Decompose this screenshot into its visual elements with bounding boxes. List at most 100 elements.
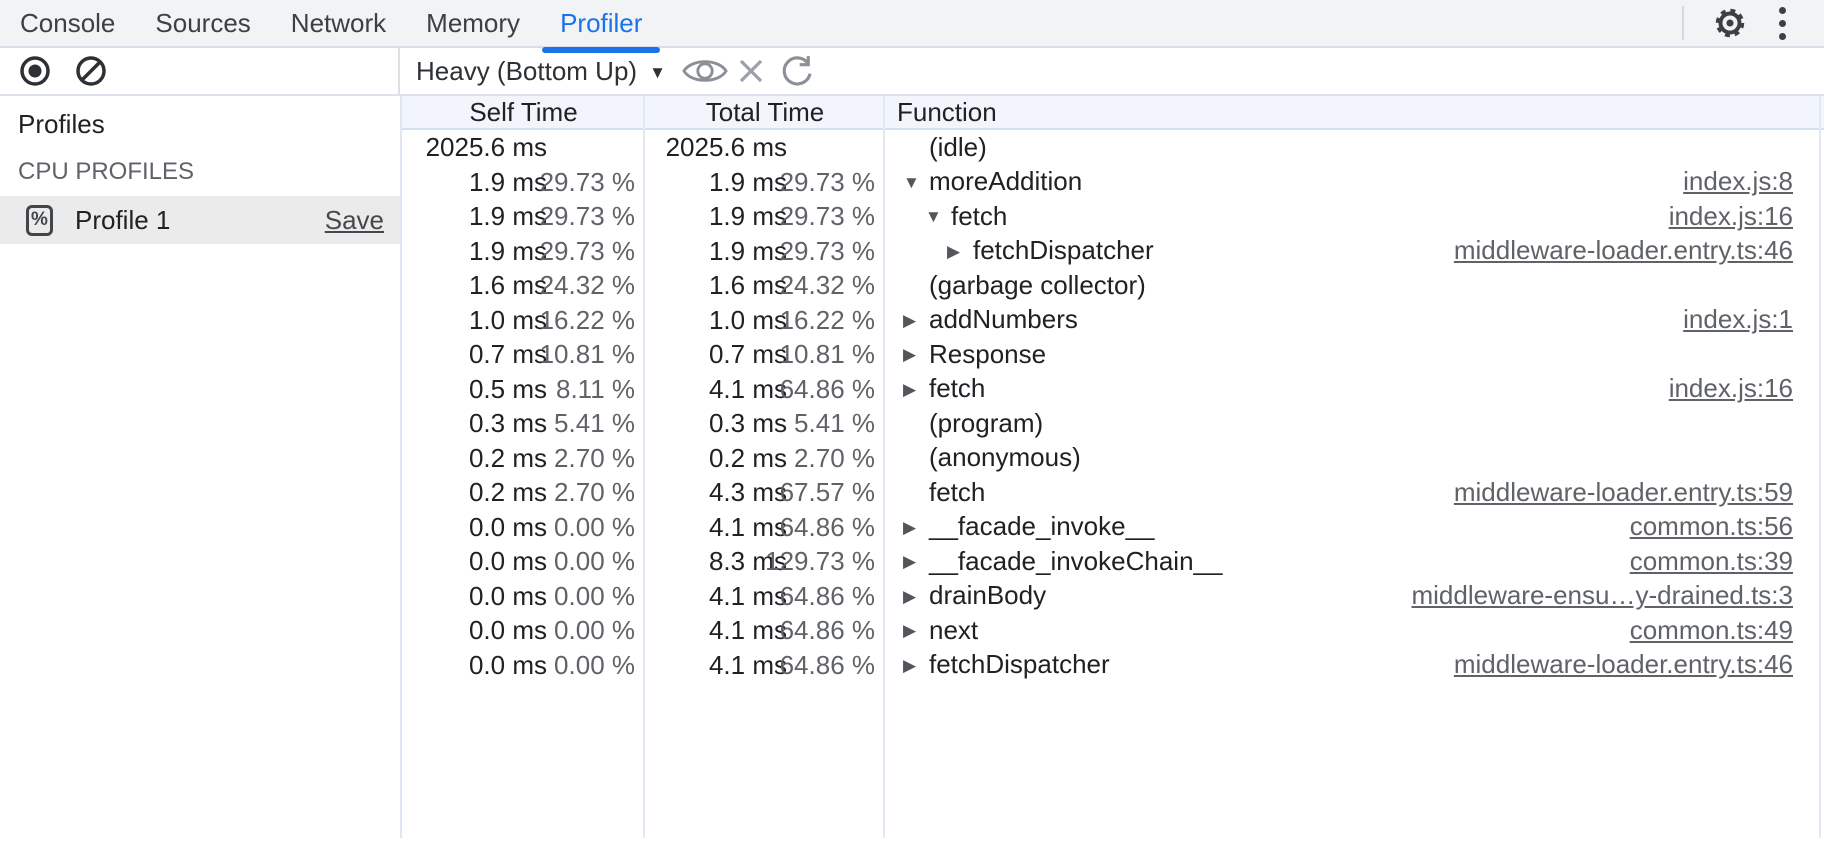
profile-table-row[interactable]: 1.9 ms 29.73 % 1.9 ms 29.73 % ▶ fetchDis… <box>402 234 1824 269</box>
function-name: fetch <box>929 373 985 404</box>
self-time-cell: 1.9 ms 29.73 % <box>402 199 645 234</box>
source-link[interactable]: middleware-loader.entry.ts:59 <box>1454 477 1824 508</box>
function-cell: ▶ __facade_invokeChain__ common.ts:39 <box>885 544 1824 579</box>
profile-table-row[interactable]: 1.0 ms 16.22 % 1.0 ms 16.22 % ▶ addNumbe… <box>402 303 1824 338</box>
source-link[interactable]: index.js:1 <box>1683 304 1824 335</box>
function-cell: ▶ addNumbers index.js:1 <box>885 303 1824 338</box>
expand-arrow-icon[interactable]: ▶ <box>903 654 929 676</box>
restore-functions-button[interactable] <box>774 48 820 94</box>
expand-arrow-icon[interactable]: ▶ <box>903 619 929 641</box>
self-time-value: 1.6 ms <box>469 268 547 303</box>
profile-table-row[interactable]: 0.2 ms 2.70 % 4.3 ms 67.57 % fetch middl… <box>402 475 1824 510</box>
expand-arrow-icon[interactable]: ▶ <box>903 516 929 538</box>
total-time-value: 4.1 ms <box>709 648 787 683</box>
sidebar-item-profile-1[interactable]: % Profile 1 Save <box>0 196 400 244</box>
tab-label: Profiler <box>560 8 642 39</box>
self-time-cell: 0.0 ms 0.00 % <box>402 579 645 614</box>
profile-table-row[interactable]: 1.6 ms 24.32 % 1.6 ms 24.32 % (garbage c… <box>402 268 1824 303</box>
source-link[interactable]: common.ts:49 <box>1630 615 1824 646</box>
devtools-tab[interactable]: Network <box>271 0 406 46</box>
column-header-total-time[interactable]: Total Time <box>645 97 885 128</box>
devtools-tab[interactable]: Profiler <box>540 0 662 46</box>
self-time-value: 0.0 ms <box>469 510 547 545</box>
devtools-tab[interactable]: Sources <box>135 0 270 46</box>
cpu-profiles-section-heading: CPU PROFILES <box>0 148 400 196</box>
profile-table-row[interactable]: 2025.6 ms 2025.6 ms (idle) <box>402 130 1824 165</box>
profile-table-row[interactable]: 1.9 ms 29.73 % 1.9 ms 29.73 % ▼ fetch in… <box>402 199 1824 234</box>
profile-table-row[interactable]: 0.0 ms 0.00 % 8.3 ms 129.73 % ▶ __facade… <box>402 544 1824 579</box>
profile-table-row[interactable]: 1.9 ms 29.73 % 1.9 ms 29.73 % ▼ moreAddi… <box>402 165 1824 200</box>
profiler-toolbar-left <box>0 48 400 94</box>
column-header-self-time[interactable]: Self Time <box>402 97 645 128</box>
self-time-value: 1.9 ms <box>469 165 547 200</box>
function-cell: (garbage collector) <box>885 268 1824 303</box>
grid-header-row: Self Time Total Time Function <box>402 96 1824 130</box>
profile-table-row[interactable]: 0.0 ms 0.00 % 4.1 ms 64.86 % ▶ next comm… <box>402 613 1824 648</box>
profile-table-row[interactable]: 0.0 ms 0.00 % 4.1 ms 64.86 % ▶ fetchDisp… <box>402 648 1824 683</box>
self-time-value: 0.7 ms <box>469 337 547 372</box>
total-time-cell: 1.6 ms 24.32 % <box>645 268 885 303</box>
source-link[interactable]: index.js:8 <box>1683 166 1824 197</box>
more-options-button[interactable] <box>1756 0 1808 46</box>
total-time-percent: 10.81 % <box>780 337 875 372</box>
source-link[interactable]: index.js:16 <box>1669 373 1824 404</box>
profile-table-row[interactable]: 0.0 ms 0.00 % 4.1 ms 64.86 % ▶ __facade_… <box>402 510 1824 545</box>
total-time-cell: 2025.6 ms <box>645 130 885 165</box>
profile-table-row[interactable]: 0.5 ms 8.11 % 4.1 ms 64.86 % ▶ fetch ind… <box>402 372 1824 407</box>
self-time-cell: 0.5 ms 8.11 % <box>402 372 645 407</box>
profile-table-row[interactable]: 0.0 ms 0.00 % 4.1 ms 64.86 % ▶ drainBody… <box>402 579 1824 614</box>
self-time-cell: 0.0 ms 0.00 % <box>402 613 645 648</box>
self-time-percent: 2.70 % <box>554 441 635 476</box>
expand-arrow-icon[interactable]: ▶ <box>903 309 929 331</box>
self-time-percent: 29.73 % <box>540 199 635 234</box>
devtools-tab[interactable]: Console <box>0 0 135 46</box>
expand-arrow-icon[interactable]: ▼ <box>903 171 929 193</box>
expand-arrow-icon[interactable] <box>903 491 929 493</box>
expand-arrow-icon[interactable]: ▶ <box>903 378 929 400</box>
expand-arrow-icon[interactable] <box>903 284 929 286</box>
function-name: (anonymous) <box>929 442 1081 473</box>
source-link[interactable]: middleware-loader.entry.ts:46 <box>1454 235 1824 266</box>
settings-button[interactable] <box>1704 0 1756 46</box>
clear-profiles-button[interactable] <box>68 48 114 94</box>
source-link[interactable]: middleware-loader.entry.ts:46 <box>1454 649 1824 680</box>
total-time-percent: 64.86 % <box>780 510 875 545</box>
expand-arrow-icon[interactable]: ▶ <box>903 343 929 365</box>
function-cell: ▼ moreAddition index.js:8 <box>885 165 1824 200</box>
function-cell: ▶ fetch index.js:16 <box>885 372 1824 407</box>
source-link[interactable]: middleware-ensu…y-drained.ts:3 <box>1411 580 1824 611</box>
expand-arrow-icon[interactable]: ▼ <box>925 205 951 227</box>
sidebar-title: Profiles <box>0 100 400 148</box>
grid-body: 2025.6 ms 2025.6 ms (idle) <box>402 130 1824 682</box>
total-time-cell: 0.3 ms 5.41 % <box>645 406 885 441</box>
devtools-tab[interactable]: Memory <box>406 0 540 46</box>
save-profile-link[interactable]: Save <box>325 205 384 236</box>
expand-arrow-icon[interactable] <box>903 422 929 424</box>
expand-arrow-icon[interactable]: ▶ <box>903 550 929 572</box>
self-time-value: 0.0 ms <box>469 648 547 683</box>
expand-arrow-icon[interactable] <box>903 146 929 148</box>
column-divider[interactable] <box>643 96 645 838</box>
source-link[interactable]: common.ts:56 <box>1630 511 1824 542</box>
total-time-cell: 4.1 ms 64.86 % <box>645 579 885 614</box>
column-header-function[interactable]: Function <box>885 97 1824 128</box>
function-name: addNumbers <box>929 304 1078 335</box>
total-time-percent: 5.41 % <box>794 406 875 441</box>
self-time-value: 1.9 ms <box>469 199 547 234</box>
view-mode-dropdown[interactable]: Heavy (Bottom Up) ▼ <box>416 56 666 87</box>
source-link[interactable]: common.ts:39 <box>1630 546 1824 577</box>
profile-table-row[interactable]: 0.2 ms 2.70 % 0.2 ms 2.70 % (anonymous) <box>402 441 1824 476</box>
function-cell: ▶ drainBody middleware-ensu…y-drained.ts… <box>885 579 1824 614</box>
exclude-function-button[interactable] <box>728 48 774 94</box>
function-cell: (idle) <box>885 130 1824 165</box>
total-time-percent: 2.70 % <box>794 441 875 476</box>
expand-arrow-icon[interactable]: ▶ <box>903 585 929 607</box>
function-name: __facade_invoke__ <box>929 511 1155 542</box>
source-link[interactable]: index.js:16 <box>1669 201 1824 232</box>
expand-arrow-icon[interactable]: ▶ <box>947 240 973 262</box>
record-button[interactable] <box>12 48 58 94</box>
profile-table-row[interactable]: 0.7 ms 10.81 % 0.7 ms 10.81 % ▶ Response <box>402 337 1824 372</box>
expand-arrow-icon[interactable] <box>903 457 929 459</box>
profile-table-row[interactable]: 0.3 ms 5.41 % 0.3 ms 5.41 % (program) <box>402 406 1824 441</box>
focus-function-button[interactable] <box>682 48 728 94</box>
